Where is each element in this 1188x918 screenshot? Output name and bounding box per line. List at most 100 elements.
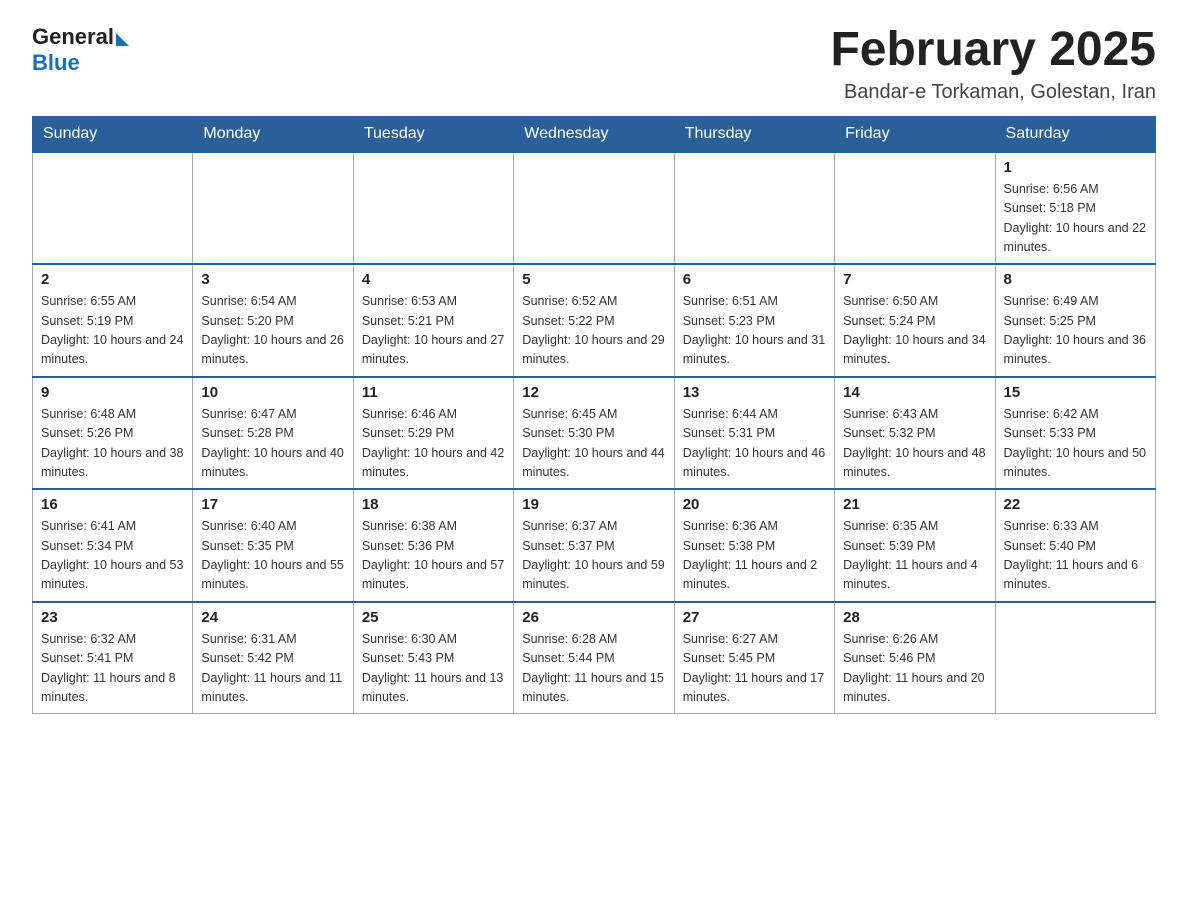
calendar-cell: 3 Sunrise: 6:54 AMSunset: 5:20 PMDaylight… bbox=[193, 264, 353, 377]
day-info: Sunrise: 6:33 AMSunset: 5:40 PMDaylight:… bbox=[1004, 517, 1147, 595]
day-info: Sunrise: 6:28 AMSunset: 5:44 PMDaylight:… bbox=[522, 630, 665, 708]
calendar-cell bbox=[193, 152, 353, 265]
calendar-cell bbox=[33, 152, 193, 265]
calendar-cell: 25Sunrise: 6:30 AMSunset: 5:43 PMDayligh… bbox=[353, 602, 513, 714]
day-number: 21 bbox=[843, 496, 986, 513]
calendar-week-row: 1 Sunrise: 6:56 AMSunset: 5:18 PMDaylight… bbox=[33, 152, 1156, 265]
day-number: 24 bbox=[201, 609, 344, 626]
day-number: 10 bbox=[201, 384, 344, 401]
calendar-week-row: 23 Sunrise: 6:32 AMSunset: 5:41 PMDayligh… bbox=[33, 602, 1156, 714]
day-info: Sunrise: 6:52 AMSunset: 5:22 PMDaylight:… bbox=[522, 292, 665, 370]
calendar-cell: 21 Sunrise: 6:35 AMSunset: 5:39 PMDayligh… bbox=[835, 489, 995, 602]
day-info: Sunrise: 6:56 AMSunset: 5:18 PMDaylight:… bbox=[1004, 180, 1147, 258]
calendar-cell: 14 Sunrise: 6:43 AMSunset: 5:32 PMDayligh… bbox=[835, 377, 995, 490]
day-number: 18 bbox=[362, 496, 505, 513]
calendar-cell: 1 Sunrise: 6:56 AMSunset: 5:18 PMDaylight… bbox=[995, 152, 1155, 265]
day-number: 9 bbox=[41, 384, 184, 401]
weekday-header-thursday: Thursday bbox=[674, 116, 834, 152]
calendar-cell bbox=[353, 152, 513, 265]
day-info: Sunrise: 6:49 AMSunset: 5:25 PMDaylight:… bbox=[1004, 292, 1147, 370]
day-info: Sunrise: 6:53 AMSunset: 5:21 PMDaylight:… bbox=[362, 292, 505, 370]
calendar-table: SundayMondayTuesdayWednesdayThursdayFrid… bbox=[32, 116, 1156, 715]
day-number: 19 bbox=[522, 496, 665, 513]
day-number: 16 bbox=[41, 496, 184, 513]
weekday-header-sunday: Sunday bbox=[33, 116, 193, 152]
day-info: Sunrise: 6:45 AMSunset: 5:30 PMDaylight:… bbox=[522, 405, 665, 483]
day-number: 27 bbox=[683, 609, 826, 626]
calendar-cell: 12 Sunrise: 6:45 AMSunset: 5:30 PMDayligh… bbox=[514, 377, 674, 490]
day-info: Sunrise: 6:46 AMSunset: 5:29 PMDaylight:… bbox=[362, 405, 505, 483]
day-info: Sunrise: 6:27 AMSunset: 5:45 PMDaylight:… bbox=[683, 630, 826, 708]
day-info: Sunrise: 6:48 AMSunset: 5:26 PMDaylight:… bbox=[41, 405, 184, 483]
weekday-header-monday: Monday bbox=[193, 116, 353, 152]
weekday-header-tuesday: Tuesday bbox=[353, 116, 513, 152]
calendar-week-row: 9 Sunrise: 6:48 AMSunset: 5:26 PMDaylight… bbox=[33, 377, 1156, 490]
day-info: Sunrise: 6:26 AMSunset: 5:46 PMDaylight:… bbox=[843, 630, 986, 708]
day-number: 12 bbox=[522, 384, 665, 401]
day-info: Sunrise: 6:43 AMSunset: 5:32 PMDaylight:… bbox=[843, 405, 986, 483]
calendar-cell: 16 Sunrise: 6:41 AMSunset: 5:34 PMDayligh… bbox=[33, 489, 193, 602]
day-info: Sunrise: 6:54 AMSunset: 5:20 PMDaylight:… bbox=[201, 292, 344, 370]
day-info: Sunrise: 6:47 AMSunset: 5:28 PMDaylight:… bbox=[201, 405, 344, 483]
calendar-cell: 27 Sunrise: 6:27 AMSunset: 5:45 PMDayligh… bbox=[674, 602, 834, 714]
day-number: 23 bbox=[41, 609, 184, 626]
calendar-cell bbox=[835, 152, 995, 265]
calendar-cell: 15Sunrise: 6:42 AMSunset: 5:33 PMDayligh… bbox=[995, 377, 1155, 490]
logo: General Blue bbox=[32, 24, 129, 76]
calendar-cell: 9 Sunrise: 6:48 AMSunset: 5:26 PMDaylight… bbox=[33, 377, 193, 490]
day-number: 22 bbox=[1004, 496, 1147, 513]
day-number: 3 bbox=[201, 271, 344, 288]
day-number: 13 bbox=[683, 384, 826, 401]
calendar-cell: 17 Sunrise: 6:40 AMSunset: 5:35 PMDayligh… bbox=[193, 489, 353, 602]
day-info: Sunrise: 6:31 AMSunset: 5:42 PMDaylight:… bbox=[201, 630, 344, 708]
calendar-week-row: 16 Sunrise: 6:41 AMSunset: 5:34 PMDayligh… bbox=[33, 489, 1156, 602]
day-number: 8 bbox=[1004, 271, 1147, 288]
day-number: 6 bbox=[683, 271, 826, 288]
calendar-cell: 26 Sunrise: 6:28 AMSunset: 5:44 PMDayligh… bbox=[514, 602, 674, 714]
day-number: 15 bbox=[1004, 384, 1147, 401]
day-info: Sunrise: 6:40 AMSunset: 5:35 PMDaylight:… bbox=[201, 517, 344, 595]
day-info: Sunrise: 6:38 AMSunset: 5:36 PMDaylight:… bbox=[362, 517, 505, 595]
day-number: 4 bbox=[362, 271, 505, 288]
calendar-cell: 2 Sunrise: 6:55 AMSunset: 5:19 PMDaylight… bbox=[33, 264, 193, 377]
day-number: 7 bbox=[843, 271, 986, 288]
weekday-header-saturday: Saturday bbox=[995, 116, 1155, 152]
day-number: 14 bbox=[843, 384, 986, 401]
month-title: February 2025 bbox=[830, 24, 1156, 77]
weekday-header-row: SundayMondayTuesdayWednesdayThursdayFrid… bbox=[33, 116, 1156, 152]
calendar-cell: 23 Sunrise: 6:32 AMSunset: 5:41 PMDayligh… bbox=[33, 602, 193, 714]
calendar-cell: 13 Sunrise: 6:44 AMSunset: 5:31 PMDayligh… bbox=[674, 377, 834, 490]
day-info: Sunrise: 6:32 AMSunset: 5:41 PMDaylight:… bbox=[41, 630, 184, 708]
calendar-week-row: 2 Sunrise: 6:55 AMSunset: 5:19 PMDaylight… bbox=[33, 264, 1156, 377]
calendar-cell: 20Sunrise: 6:36 AMSunset: 5:38 PMDayligh… bbox=[674, 489, 834, 602]
day-info: Sunrise: 6:44 AMSunset: 5:31 PMDaylight:… bbox=[683, 405, 826, 483]
day-number: 1 bbox=[1004, 159, 1147, 176]
calendar-cell: 18 Sunrise: 6:38 AMSunset: 5:36 PMDayligh… bbox=[353, 489, 513, 602]
logo-general-text: General bbox=[32, 24, 114, 50]
logo-blue-text: Blue bbox=[32, 50, 80, 76]
day-number: 26 bbox=[522, 609, 665, 626]
location-title: Bandar-e Torkaman, Golestan, Iran bbox=[830, 81, 1156, 104]
weekday-header-wednesday: Wednesday bbox=[514, 116, 674, 152]
day-info: Sunrise: 6:30 AMSunset: 5:43 PMDaylight:… bbox=[362, 630, 505, 708]
calendar-cell bbox=[995, 602, 1155, 714]
calendar-cell: 11 Sunrise: 6:46 AMSunset: 5:29 PMDayligh… bbox=[353, 377, 513, 490]
calendar-cell bbox=[674, 152, 834, 265]
day-info: Sunrise: 6:35 AMSunset: 5:39 PMDaylight:… bbox=[843, 517, 986, 595]
day-info: Sunrise: 6:41 AMSunset: 5:34 PMDaylight:… bbox=[41, 517, 184, 595]
day-info: Sunrise: 6:55 AMSunset: 5:19 PMDaylight:… bbox=[41, 292, 184, 370]
calendar-cell: 8 Sunrise: 6:49 AMSunset: 5:25 PMDaylight… bbox=[995, 264, 1155, 377]
calendar-cell: 7Sunrise: 6:50 AMSunset: 5:24 PMDaylight… bbox=[835, 264, 995, 377]
day-number: 11 bbox=[362, 384, 505, 401]
calendar-cell: 5Sunrise: 6:52 AMSunset: 5:22 PMDaylight… bbox=[514, 264, 674, 377]
calendar-cell: 4 Sunrise: 6:53 AMSunset: 5:21 PMDaylight… bbox=[353, 264, 513, 377]
logo-triangle-icon bbox=[116, 33, 129, 46]
page-header: General Blue February 2025 Bandar-e Tork… bbox=[32, 24, 1156, 104]
calendar-cell: 19 Sunrise: 6:37 AMSunset: 5:37 PMDayligh… bbox=[514, 489, 674, 602]
calendar-cell: 10 Sunrise: 6:47 AMSunset: 5:28 PMDayligh… bbox=[193, 377, 353, 490]
calendar-cell: 6Sunrise: 6:51 AMSunset: 5:23 PMDaylight… bbox=[674, 264, 834, 377]
day-number: 2 bbox=[41, 271, 184, 288]
calendar-cell bbox=[514, 152, 674, 265]
day-info: Sunrise: 6:37 AMSunset: 5:37 PMDaylight:… bbox=[522, 517, 665, 595]
day-number: 17 bbox=[201, 496, 344, 513]
